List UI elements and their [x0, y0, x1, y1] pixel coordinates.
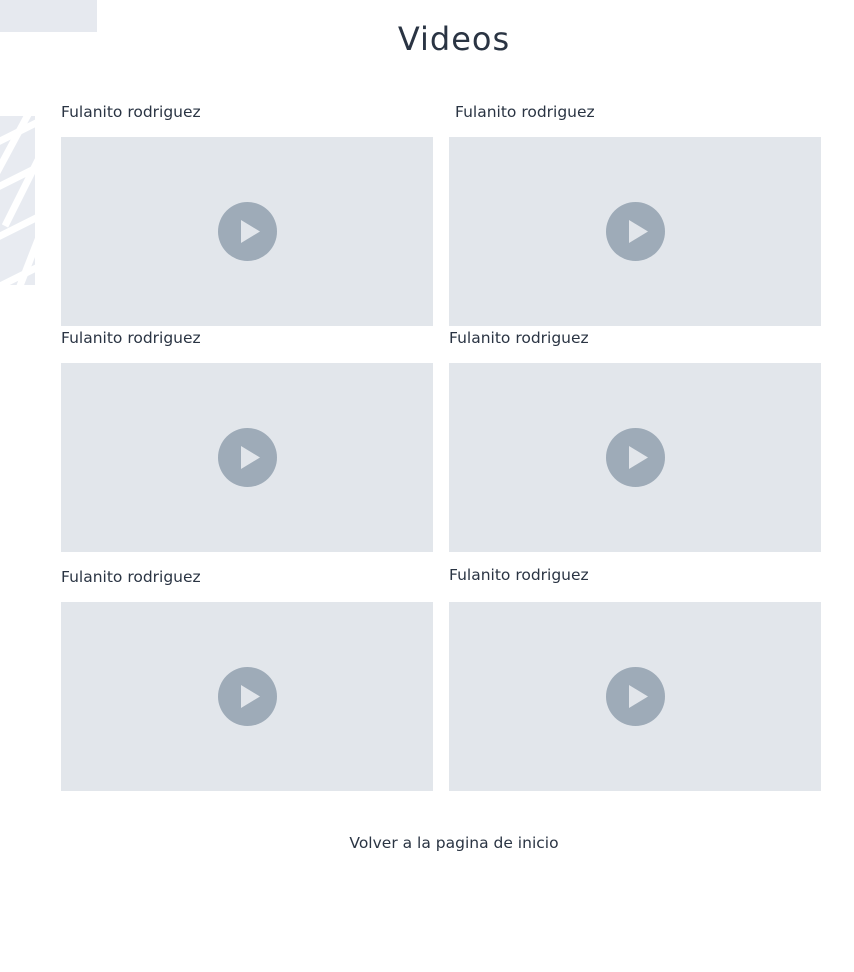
video-author: Fulanito rodriguez	[449, 566, 589, 584]
decorative-pattern	[0, 116, 35, 285]
play-icon	[240, 220, 260, 243]
play-button[interactable]	[605, 428, 665, 487]
play-button[interactable]	[605, 202, 665, 261]
video-author: Fulanito rodriguez	[61, 568, 201, 586]
page-title: Videos	[397, 20, 511, 58]
back-to-home-link[interactable]: Volver a la pagina de inicio	[0, 834, 854, 852]
video-author: Fulanito rodriguez	[449, 329, 589, 347]
play-button[interactable]	[217, 667, 277, 726]
play-icon	[628, 685, 648, 708]
videos-page: Videos Fulanito rodriguez Fulanito rodri…	[0, 0, 854, 972]
video-thumbnail[interactable]	[61, 602, 433, 791]
video-author: Fulanito rodriguez	[455, 103, 595, 121]
play-icon	[240, 446, 260, 469]
video-thumbnail[interactable]	[61, 363, 433, 552]
play-button[interactable]	[217, 428, 277, 487]
play-button[interactable]	[217, 202, 277, 261]
play-icon	[240, 685, 260, 708]
play-button[interactable]	[605, 667, 665, 726]
video-author: Fulanito rodriguez	[61, 329, 201, 347]
video-author: Fulanito rodriguez	[61, 103, 201, 121]
play-icon	[628, 220, 648, 243]
video-thumbnail[interactable]	[449, 602, 821, 791]
video-thumbnail[interactable]	[61, 137, 433, 326]
video-thumbnail[interactable]	[449, 363, 821, 552]
play-icon	[628, 446, 648, 469]
video-thumbnail[interactable]	[449, 137, 821, 326]
